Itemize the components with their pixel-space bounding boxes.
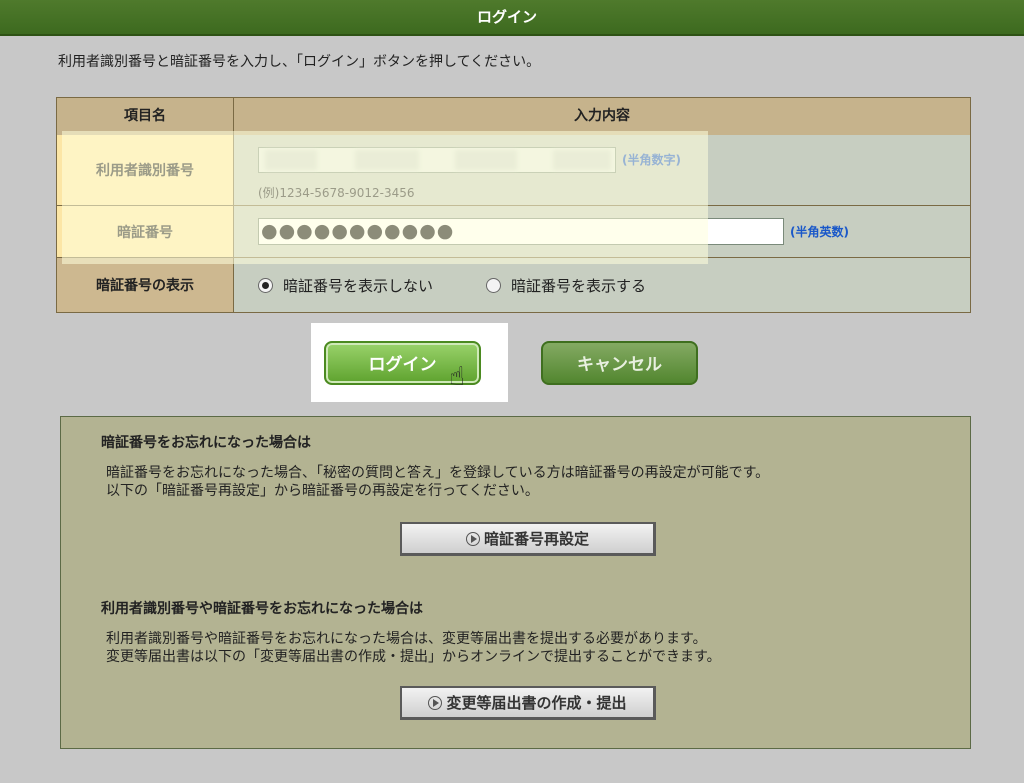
reset-pin-button[interactable]: 暗証番号再設定 <box>400 522 656 556</box>
pin-help-heading: 暗証番号をお忘れになった場合は <box>101 435 311 451</box>
user-id-input[interactable] <box>258 147 616 173</box>
hand-cursor-icon: ☝ <box>449 362 465 392</box>
user-id-hint: (半角数字) <box>622 153 681 167</box>
play-circle-icon <box>428 695 443 710</box>
change-form-button[interactable]: 変更等届出書の作成・提出 <box>400 686 656 720</box>
change-form-button-label: 変更等届出書の作成・提出 <box>446 694 627 712</box>
title-bar: ログイン <box>0 0 1024 36</box>
pin-help-line1: 暗証番号をお忘れになった場合、「秘密の質問と答え」を登録している方は暗証番号の再… <box>106 465 770 481</box>
header-input-content: 入力内容 <box>234 98 970 136</box>
play-circle-icon <box>465 531 480 546</box>
password-label: 暗証番号 <box>57 206 234 257</box>
cancel-button[interactable]: キャンセル <box>541 341 698 385</box>
radio-button-icon[interactable] <box>486 278 501 293</box>
login-window: ログイン 利用者識別番号と暗証番号を入力し、「ログイン」ボタンを押してください。… <box>0 0 1024 783</box>
password-hint: (半角英数) <box>790 225 849 239</box>
user-id-example: (例)1234-5678-9012-3456 <box>258 186 415 200</box>
help-panel: 暗証番号をお忘れになった場合は 暗証番号をお忘れになった場合、「秘密の質問と答え… <box>60 416 971 749</box>
row-password: 暗証番号 ●●●●●●●●●●● (半角英数) <box>57 206 970 258</box>
radio-show-label: 暗証番号を表示する <box>511 277 647 295</box>
row-password-display: 暗証番号の表示 暗証番号を表示しない 暗証番号を表示する <box>57 258 970 312</box>
password-input[interactable]: ●●●●●●●●●●● <box>258 218 784 245</box>
instruction-text: 利用者識別番号と暗証番号を入力し、「ログイン」ボタンを押してください。 <box>58 54 541 70</box>
login-form-table: 項目名 入力内容 利用者識別番号 (半角数字) (例)1234-5678-901… <box>56 97 971 313</box>
user-id-label: 利用者識別番号 <box>57 135 234 205</box>
page-title: ログイン <box>476 8 537 26</box>
header-item-name: 項目名 <box>57 98 234 136</box>
pin-help-line2: 以下の「暗証番号再設定」から暗証番号の再設定を行ってください。 <box>106 483 539 499</box>
radio-show-password[interactable]: 暗証番号を表示する <box>486 275 646 296</box>
radio-hide-label: 暗証番号を表示しない <box>283 277 434 295</box>
both-help-line1: 利用者識別番号や暗証番号をお忘れになった場合は、変更等届出書を提出する必要があり… <box>106 631 707 647</box>
row-user-id: 利用者識別番号 (半角数字) (例)1234-5678-9012-3456 <box>57 135 970 206</box>
password-display-label: 暗証番号の表示 <box>57 258 234 312</box>
reset-pin-button-label: 暗証番号再設定 <box>483 530 589 548</box>
radio-hide-password[interactable]: 暗証番号を表示しない <box>258 275 433 296</box>
radio-button-icon[interactable] <box>258 278 273 293</box>
both-help-heading: 利用者識別番号や暗証番号をお忘れになった場合は <box>101 601 423 617</box>
both-help-line2: 変更等届出書は以下の「変更等届出書の作成・提出」からオンラインで提出することがで… <box>106 649 721 665</box>
